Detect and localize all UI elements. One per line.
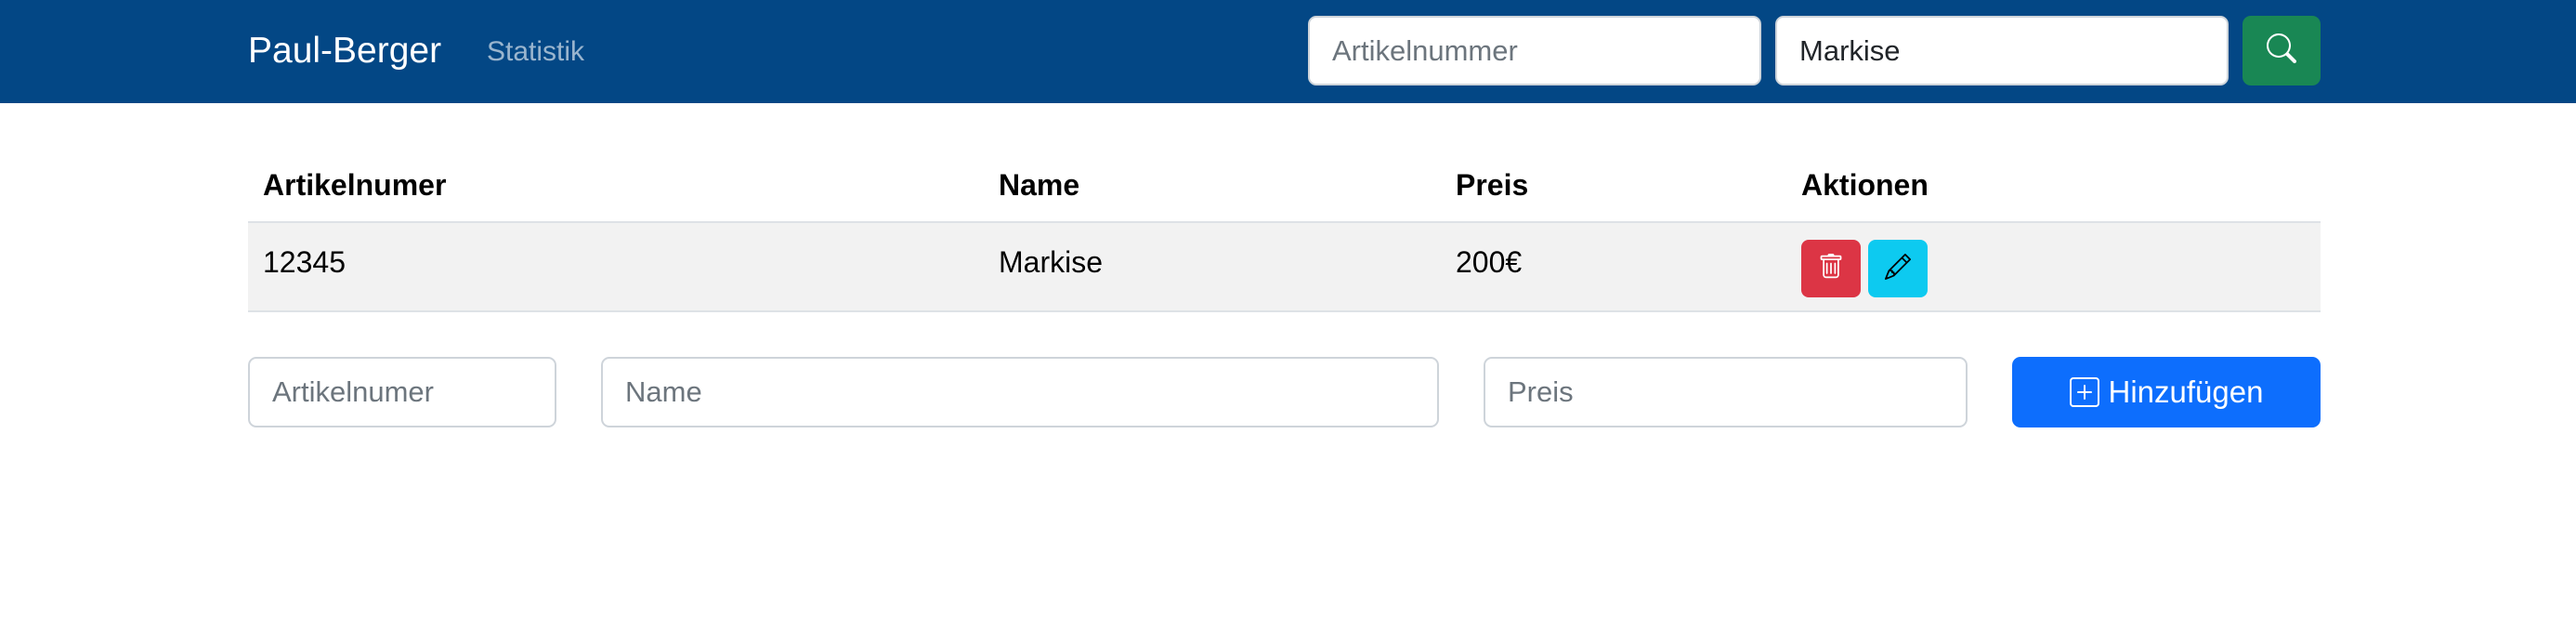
add-button-label: Hinzufügen: [2108, 375, 2264, 409]
pencil-icon: [1885, 253, 1912, 284]
new-preis-input[interactable]: [1484, 357, 1968, 427]
new-name-input[interactable]: [601, 357, 1439, 427]
plus-square-icon: [2069, 377, 2099, 407]
nav-link-statistik[interactable]: Statistik: [487, 33, 584, 71]
search-button[interactable]: [2243, 16, 2321, 85]
new-artikelnummer-input[interactable]: [248, 357, 556, 427]
header-name: Name: [999, 168, 1080, 202]
navbar: Paul-Berger Statistik: [0, 0, 2576, 103]
articles-table: Artikelnumer Name Preis Aktionen 12345 M…: [248, 149, 2321, 312]
table-header: Artikelnumer Name Preis Aktionen: [248, 149, 2321, 223]
cell-preis: 200€: [1456, 245, 1523, 279]
cell-artikelnummer: 12345: [263, 245, 346, 279]
cell-name: Markise: [999, 245, 1104, 279]
search-name-input[interactable]: [1775, 16, 2229, 85]
add-button[interactable]: Hinzufügen: [2012, 357, 2321, 427]
header-aktionen: Aktionen: [1801, 168, 1929, 202]
search-icon: [2266, 33, 2296, 68]
edit-button[interactable]: [1868, 240, 1928, 297]
header-artikelnummer: Artikelnumer: [263, 168, 447, 202]
brand-logo[interactable]: Paul-Berger: [248, 28, 441, 74]
delete-button[interactable]: [1801, 240, 1861, 297]
trash-icon: [1818, 253, 1844, 284]
header-preis: Preis: [1456, 168, 1529, 202]
search-article-number-input[interactable]: [1308, 16, 1761, 85]
table-row: 12345 Markise 200€: [248, 223, 2321, 312]
